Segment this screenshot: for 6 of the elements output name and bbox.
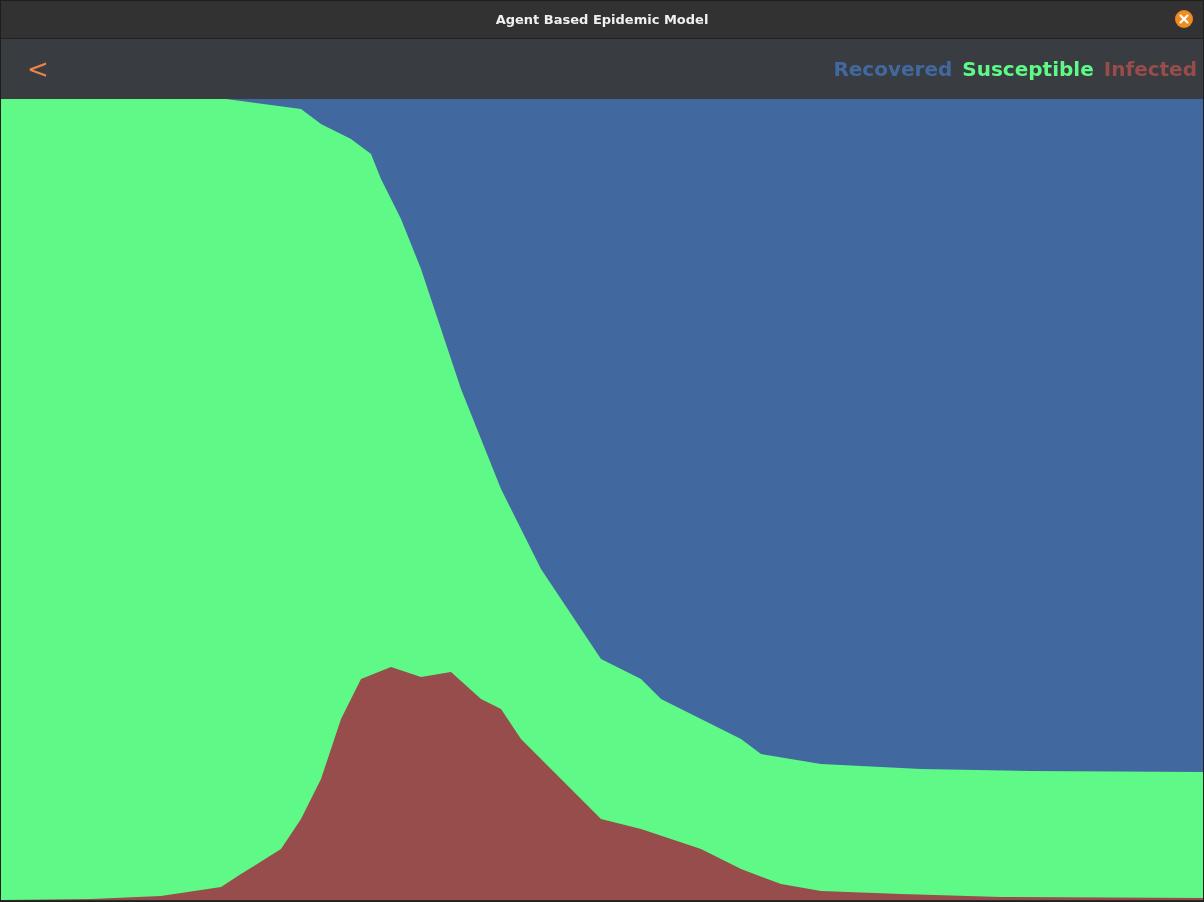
- legend-label: Susceptible: [962, 57, 1094, 81]
- back-button[interactable]: <: [21, 54, 55, 84]
- legend-label: Infected: [1103, 57, 1197, 81]
- legend-label: Recovered: [833, 57, 953, 81]
- window-title: Agent Based Epidemic Model: [495, 12, 709, 27]
- close-icon[interactable]: [1175, 10, 1193, 28]
